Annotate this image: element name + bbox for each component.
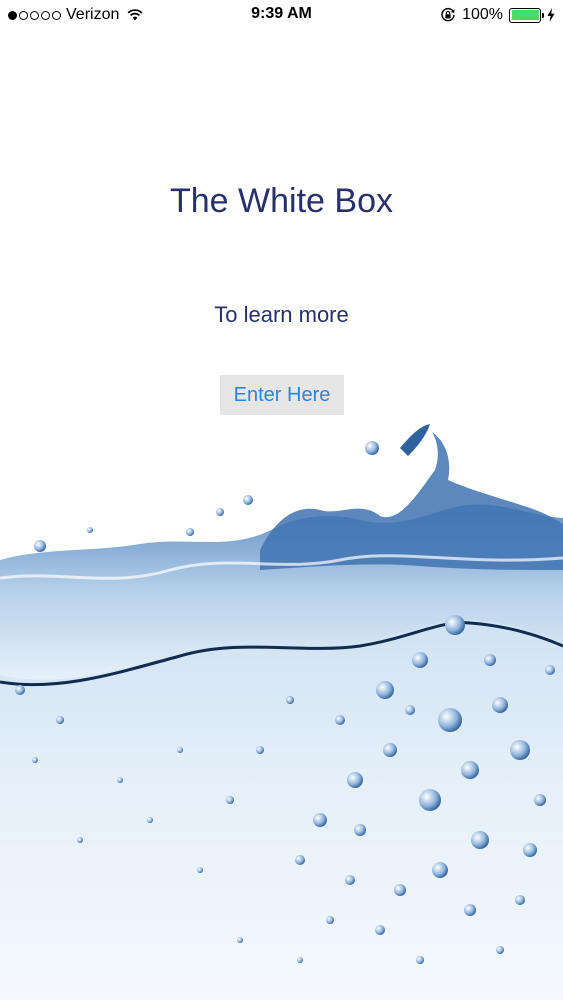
- battery-fill: [511, 10, 539, 20]
- battery-icon: [509, 7, 544, 23]
- charging-bolt-icon: [547, 8, 555, 22]
- status-bar: Verizon 9:39 AM 100%: [0, 0, 563, 30]
- orientation-lock-icon: [441, 7, 455, 22]
- page-subtitle: To learn more: [214, 302, 349, 327]
- enter-here-button[interactable]: Enter Here: [220, 375, 344, 415]
- battery-tip: [541, 12, 544, 18]
- status-right: 100%: [440, 5, 555, 25]
- battery-percentage: 100%: [462, 6, 503, 23]
- water-splash-image: [0, 424, 563, 1000]
- page-title: The White Box: [170, 182, 393, 220]
